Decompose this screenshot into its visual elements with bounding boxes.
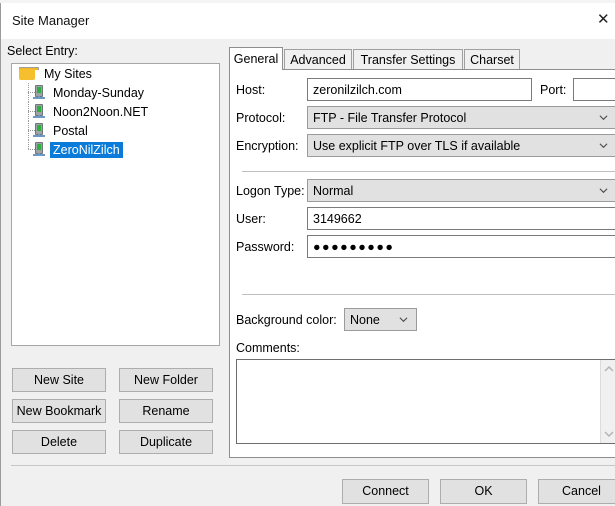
user-label: User: <box>236 212 266 226</box>
new-site-button[interactable]: New Site <box>12 368 106 392</box>
tree-item-postal[interactable]: Postal <box>12 121 219 140</box>
section-divider <box>242 171 615 172</box>
tree-item-label: ZeroNilZilch <box>50 141 123 158</box>
encryption-select[interactable]: Use explicit FTP over TLS if available <box>307 134 615 157</box>
new-folder-button[interactable]: New Folder <box>119 368 213 392</box>
tab-strip: General Advanced Transfer Settings Chars… <box>229 47 615 70</box>
connect-button[interactable]: Connect <box>342 479 429 504</box>
comments-textarea[interactable] <box>236 359 615 444</box>
tree-item-my-sites[interactable]: My Sites <box>12 64 219 83</box>
close-icon[interactable]: ✕ <box>597 11 615 29</box>
server-icon <box>32 123 46 138</box>
chevron-down-icon <box>599 186 608 195</box>
server-icon <box>32 85 46 100</box>
logon-type-label: Logon Type: <box>236 184 305 198</box>
password-label: Password: <box>236 240 295 254</box>
tab-general[interactable]: General <box>229 47 283 70</box>
select-entry-label: Select Entry: <box>7 44 78 58</box>
comments-scrollbar[interactable] <box>600 360 615 443</box>
tree-item-noon2noon-net[interactable]: Noon2Noon.NET <box>12 102 219 121</box>
rename-button[interactable]: Rename <box>119 399 213 423</box>
logon-type-value: Normal <box>313 183 354 198</box>
general-tab-panel: Host: zeronilzilch.com Port: Protocol: F… <box>229 69 615 458</box>
footer-divider <box>11 465 615 466</box>
encryption-value: Use explicit FTP over TLS if available <box>313 138 521 153</box>
site-manager-dialog: Site Manager ✕ Select Entry: My Sites Mo… <box>0 3 615 506</box>
folder-icon <box>19 66 39 81</box>
duplicate-button[interactable]: Duplicate <box>119 430 213 454</box>
site-tree[interactable]: My Sites Monday-Sunday Noon2Noon.NET Pos… <box>11 63 220 346</box>
page-title: Site Manager <box>12 13 90 28</box>
server-icon <box>32 142 46 157</box>
background-color-label: Background color: <box>236 313 337 327</box>
new-bookmark-button[interactable]: New Bookmark <box>12 399 106 423</box>
encryption-label: Encryption: <box>236 139 299 153</box>
chevron-down-icon <box>599 113 608 122</box>
tab-charset[interactable]: Charset <box>464 49 520 70</box>
logon-type-select[interactable]: Normal <box>307 179 615 202</box>
scroll-up-icon[interactable] <box>604 364 614 374</box>
section-divider <box>242 294 615 295</box>
port-label: Port: <box>540 83 567 97</box>
tree-item-label: Postal <box>53 123 88 138</box>
protocol-value: FTP - File Transfer Protocol <box>313 110 467 125</box>
tree-item-label: Monday-Sunday <box>53 85 145 100</box>
chevron-down-icon <box>399 315 408 324</box>
title-bar: Site Manager ✕ <box>1 3 615 39</box>
port-input[interactable] <box>573 78 615 101</box>
scroll-down-icon[interactable] <box>604 429 614 439</box>
tree-item-zeronilzilch[interactable]: ZeroNilZilch <box>12 140 219 159</box>
background-color-value: None <box>350 312 380 327</box>
tree-item-label: My Sites <box>44 66 92 81</box>
background-color-select[interactable]: None <box>344 308 417 331</box>
ok-button[interactable]: OK <box>440 479 527 504</box>
host-label: Host: <box>236 83 266 97</box>
server-icon <box>32 104 46 119</box>
host-input[interactable]: zeronilzilch.com <box>307 78 532 101</box>
user-input[interactable]: 3149662 <box>307 207 615 230</box>
chevron-down-icon <box>599 141 608 150</box>
comments-label: Comments: <box>236 341 300 355</box>
password-input[interactable]: ●●●●●●●●● <box>307 235 615 258</box>
tab-advanced[interactable]: Advanced <box>284 49 352 70</box>
protocol-label: Protocol: <box>236 111 286 125</box>
protocol-select[interactable]: FTP - File Transfer Protocol <box>307 106 615 129</box>
delete-button[interactable]: Delete <box>12 430 106 454</box>
tab-transfer-settings[interactable]: Transfer Settings <box>353 49 463 70</box>
cancel-button[interactable]: Cancel <box>538 479 615 504</box>
tree-item-label: Noon2Noon.NET <box>53 104 149 119</box>
tree-item-monday-sunday[interactable]: Monday-Sunday <box>12 83 219 102</box>
